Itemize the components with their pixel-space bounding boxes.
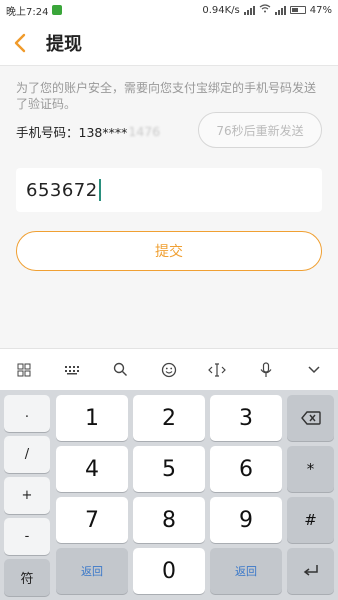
keypad-icon[interactable] [58, 356, 86, 384]
network-speed: 0.94K/s [202, 4, 240, 16]
backspace-key[interactable] [287, 395, 334, 441]
collapse-icon[interactable] [300, 356, 328, 384]
main-content: 为了您的账户安全，需要向您支付宝绑定的手机号码发送了验证码。 手机号码：138*… [0, 66, 338, 348]
back-button[interactable] [0, 20, 40, 66]
chevron-left-icon [14, 33, 26, 52]
microphone-icon[interactable] [252, 356, 280, 384]
key-8[interactable]: 8 [133, 497, 205, 543]
key-2[interactable]: 2 [133, 395, 205, 441]
status-bar: 晚上7:24 0.94K/s 47% [0, 0, 338, 20]
key-5[interactable]: 5 [133, 446, 205, 492]
key-star[interactable]: * [287, 446, 334, 492]
key-0[interactable]: 0 [133, 548, 205, 594]
phone-hidden-tail: 1476 [128, 124, 161, 139]
battery-percent: 47% [309, 4, 332, 16]
code-value: 653672 [26, 179, 98, 201]
page-title: 提现 [46, 33, 82, 55]
status-time: 晚上7:24 [6, 6, 49, 18]
key-7[interactable]: 7 [56, 497, 128, 543]
notification-icon [52, 5, 63, 15]
search-icon[interactable] [107, 356, 135, 384]
key-star-label: * [306, 460, 315, 478]
numeric-keyboard: . / + - 符 1 2 3 4 5 6 7 8 9 返回 0 返回 * # [0, 390, 338, 600]
key-minus[interactable]: - [4, 518, 50, 555]
resend-button[interactable]: 76秒后重新发送 [198, 112, 322, 148]
key-1[interactable]: 1 [56, 395, 128, 441]
key-3[interactable]: 3 [210, 395, 282, 441]
grid-icon[interactable] [10, 356, 38, 384]
security-notice: 为了您的账户安全，需要向您支付宝绑定的手机号码发送了验证码。 [16, 81, 317, 111]
emoji-icon[interactable] [155, 356, 183, 384]
submit-button[interactable]: 提交 [16, 231, 322, 271]
header-bar: 提现 [0, 20, 338, 66]
key-hash-label: # [304, 511, 317, 529]
phone-label: 手机号码：138**** [16, 125, 128, 140]
key-4[interactable]: 4 [56, 446, 128, 492]
key-back-right[interactable]: 返回 [210, 548, 282, 594]
keyboard-toolbar [0, 348, 338, 390]
phone-row: 手机号码：138**** 1476 [16, 122, 160, 141]
key-6[interactable]: 6 [210, 446, 282, 492]
enter-key[interactable] [287, 548, 334, 594]
key-slash[interactable]: / [4, 436, 50, 473]
key-dot[interactable]: . [4, 395, 50, 432]
signal-icon-2 [274, 5, 286, 15]
cursor-icon[interactable] [203, 356, 231, 384]
text-caret [98, 179, 101, 201]
verification-code-input[interactable]: 653672 [16, 168, 322, 212]
signal-icon [243, 5, 255, 15]
backspace-icon [300, 411, 321, 425]
key-plus[interactable]: + [4, 477, 50, 514]
enter-icon [303, 565, 318, 576]
battery-icon [289, 6, 306, 14]
key-back-left[interactable]: 返回 [56, 548, 128, 594]
key-9[interactable]: 9 [210, 497, 282, 543]
key-symbols[interactable]: 符 [4, 559, 50, 596]
key-hash[interactable]: # [287, 497, 334, 543]
wifi-icon [259, 4, 271, 16]
